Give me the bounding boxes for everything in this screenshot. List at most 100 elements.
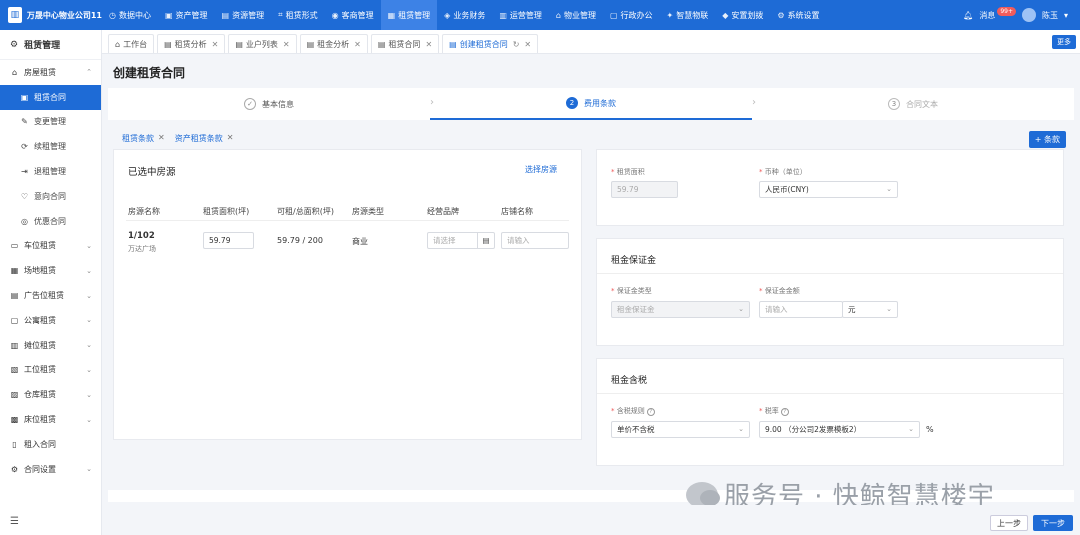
more-tabs-button[interactable]: 更多 bbox=[1052, 35, 1076, 49]
step-1[interactable]: ✓ 基本信息 › bbox=[108, 88, 434, 120]
brand-select[interactable]: 请选择 ▤ bbox=[427, 232, 495, 249]
column-header: 经营品牌 bbox=[427, 207, 459, 216]
refresh-icon[interactable]: ↻ bbox=[513, 40, 520, 49]
nav-icon: ✦ bbox=[666, 10, 674, 20]
deposit-unit-select[interactable]: 元 ⌄ bbox=[842, 301, 898, 318]
chevron-down-icon: ⌄ bbox=[86, 465, 92, 474]
step-2[interactable]: 2 费用条款 › bbox=[430, 88, 756, 120]
close-icon[interactable]: ✕ bbox=[212, 40, 219, 49]
close-icon[interactable]: ✕ bbox=[354, 40, 361, 49]
sidebar-item-15[interactable]: ▯ 租入合同 bbox=[0, 432, 101, 457]
sidebar-item-6[interactable]: ◎ 优惠合同 bbox=[0, 209, 101, 234]
collapse-sidebar-icon[interactable]: ☰ bbox=[10, 516, 19, 527]
nav-label: 安置划拨 bbox=[731, 10, 764, 20]
sidebar-item-9[interactable]: ▤ 广告位租赁 ⌄ bbox=[0, 283, 101, 308]
menu-icon: ⚙ bbox=[10, 464, 19, 474]
user-name[interactable]: 陈玉 bbox=[1042, 10, 1058, 21]
nav-item-7[interactable]: ▥ 运营管理 bbox=[492, 0, 549, 30]
sidebar-item-label: 退租管理 bbox=[34, 167, 66, 177]
sidebar-item-4[interactable]: ⇥ 退租管理 bbox=[0, 159, 101, 184]
currency-value: 人民币(CNY) bbox=[765, 185, 809, 194]
tab-icon: ⌂ bbox=[115, 39, 121, 49]
deposit-amount-label: * 保证金金额 bbox=[759, 287, 800, 295]
nav-item-2[interactable]: ▤ 资源管理 bbox=[215, 0, 272, 30]
nav-item-9[interactable]: ▢ 行政办公 bbox=[603, 0, 660, 30]
tab-asset-rent-clause[interactable]: 资产租赁条款 ✕ bbox=[175, 133, 234, 144]
chevron-down-icon[interactable]: ▾ bbox=[1064, 11, 1068, 20]
column-header: 可租/总面积(坪) bbox=[277, 207, 334, 216]
sidebar-item-12[interactable]: ▧ 工位租赁 ⌄ bbox=[0, 358, 101, 383]
sidebar-item-16[interactable]: ⚙ 合同设置 ⌄ bbox=[0, 457, 101, 482]
add-clause-button[interactable]: + 条款 bbox=[1028, 131, 1066, 148]
tab-2[interactable]: ▤ 业户列表 ✕ bbox=[228, 34, 297, 53]
sidebar-item-13[interactable]: ▨ 仓库租赁 ⌄ bbox=[0, 382, 101, 407]
nav-item-5[interactable]: ▦ 租赁管理 bbox=[380, 0, 438, 30]
deposit-amount-input[interactable]: 请输入 bbox=[759, 301, 843, 318]
nav-item-4[interactable]: ◉ 客商管理 bbox=[325, 0, 381, 30]
sidebar-item-14[interactable]: ▩ 床位租赁 ⌄ bbox=[0, 407, 101, 432]
nav-item-0[interactable]: ◷ 数据中心 bbox=[102, 0, 158, 30]
select-rooms-link[interactable]: 选择房源 bbox=[525, 164, 557, 175]
tab-0[interactable]: ⌂ 工作台 bbox=[108, 34, 155, 53]
messages-label[interactable]: 消息 bbox=[979, 10, 995, 21]
tab-label: 租赁分析 bbox=[174, 39, 207, 49]
messages-badge: 99+ bbox=[997, 6, 1016, 16]
nav-label: 运营管理 bbox=[509, 10, 542, 20]
nav-item-10[interactable]: ✦ 智慧物联 bbox=[660, 0, 716, 30]
tax-rate-select[interactable]: 9.00 （分公司2发票模板2） ⌄ bbox=[759, 421, 920, 438]
tab-label: 租赁条款 bbox=[122, 134, 154, 143]
nav-item-8[interactable]: ⌂ 物业管理 bbox=[549, 0, 603, 30]
currency-label-text: 币种（单位） bbox=[764, 168, 807, 176]
sidebar-item-7[interactable]: ▭ 车位租赁 ⌄ bbox=[0, 234, 101, 259]
sidebar-item-label: 摊位租赁 bbox=[24, 340, 56, 350]
nav-item-3[interactable]: ⌗ 租赁形式 bbox=[271, 0, 325, 30]
nav-item-6[interactable]: ◈ 业务财务 bbox=[437, 0, 492, 30]
sidebar-item-0[interactable]: ⌂ 房屋租赁 ⌃ bbox=[0, 60, 101, 85]
sidebar-item-5[interactable]: ♡ 意向合同 bbox=[0, 184, 101, 209]
sidebar-item-11[interactable]: ▥ 摊位租赁 ⌄ bbox=[0, 333, 101, 358]
sidebar-item-10[interactable]: ▢ 公寓租赁 ⌄ bbox=[0, 308, 101, 333]
close-icon[interactable]: ✕ bbox=[283, 40, 290, 49]
tab-label: 创建租赁合同 bbox=[459, 39, 508, 49]
nav-item-1[interactable]: ▣ 资产管理 bbox=[158, 0, 215, 30]
sidebar-item-1[interactable]: ▣ 租赁合同 bbox=[0, 84, 101, 110]
next-step-button[interactable]: 下一步 bbox=[1033, 515, 1073, 531]
sidebar-item-label: 床位租赁 bbox=[24, 415, 56, 425]
step-3[interactable]: 3 合同文本 bbox=[752, 88, 1074, 120]
sidebar-item-label: 续租管理 bbox=[34, 142, 66, 152]
info-icon[interactable]: ? bbox=[646, 408, 655, 416]
bell-icon[interactable]: 🔔︎ bbox=[963, 11, 973, 20]
tax-rule-label-text: 含税规则 bbox=[616, 407, 645, 415]
tab-rent-clause[interactable]: 租赁条款 ✕ bbox=[122, 133, 165, 144]
info-icon[interactable]: ? bbox=[780, 408, 789, 416]
prev-step-button[interactable]: 上一步 bbox=[990, 515, 1028, 531]
tab-4[interactable]: ▤ 租赁合同 ✕ bbox=[370, 34, 440, 53]
lease-area-input[interactable]: 59.79 bbox=[203, 232, 254, 249]
currency-select[interactable]: 人民币(CNY) ⌄ bbox=[759, 181, 898, 198]
nav-icon: ▥ bbox=[499, 10, 507, 20]
close-icon[interactable]: ✕ bbox=[524, 40, 531, 49]
tax-rule-select[interactable]: 单价不含税 ⌄ bbox=[611, 421, 750, 438]
file-icon[interactable]: ▤ bbox=[477, 233, 494, 248]
tab-1[interactable]: ▤ 租赁分析 ✕ bbox=[157, 34, 226, 53]
menu-icon: ♡ bbox=[20, 191, 29, 201]
close-icon[interactable]: ✕ bbox=[227, 133, 234, 144]
sidebar-item-8[interactable]: ▦ 场地租赁 ⌄ bbox=[0, 258, 101, 283]
avatar[interactable] bbox=[1021, 8, 1036, 22]
nav-icon: ◉ bbox=[331, 10, 339, 20]
footer-bar: 上一步 下一步 bbox=[102, 505, 1080, 535]
header-right: 🔔︎ 消息 99+ 陈玉 ▾ bbox=[963, 0, 1068, 30]
nav-item-11[interactable]: ◆ 安置划拨 bbox=[715, 0, 770, 30]
nav-item-12[interactable]: ⚙ 系统设置 bbox=[770, 0, 826, 30]
tax-rate-value: 9.00 （分公司2发票模板2） bbox=[765, 425, 862, 434]
sidebar-item-3[interactable]: ⟳ 续租管理 bbox=[0, 134, 101, 159]
close-icon[interactable]: ✕ bbox=[425, 40, 432, 49]
tab-3[interactable]: ▤ 租金分析 ✕ bbox=[299, 34, 368, 53]
shop-name-input[interactable]: 请输入 bbox=[501, 232, 569, 249]
sidebar-item-2[interactable]: ✎ 变更管理 bbox=[0, 110, 101, 135]
stepper: ✓ 基本信息 › 2 费用条款 › 3 合同文本 bbox=[108, 88, 1074, 120]
tab-5[interactable]: ▤ 创建租赁合同 ↻ ✕ bbox=[442, 34, 539, 53]
menu-icon: ▨ bbox=[10, 390, 19, 400]
main-content: 创建租赁合同 ✓ 基本信息 › 2 费用条款 › 3 合同文本 租赁条款 ✕ 资产租赁条款 ✕ +… bbox=[102, 54, 1080, 535]
close-icon[interactable]: ✕ bbox=[158, 133, 165, 144]
